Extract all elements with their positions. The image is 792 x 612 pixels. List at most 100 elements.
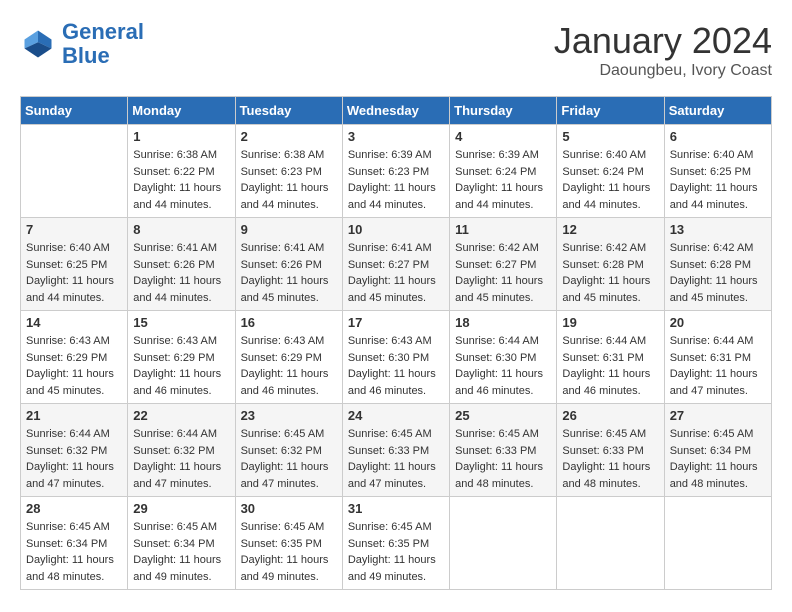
sunset-text: Sunset: 6:23 PM	[241, 164, 337, 181]
sunset-text: Sunset: 6:35 PM	[348, 536, 444, 553]
sunset-text: Sunset: 6:25 PM	[670, 164, 766, 181]
day-info: Sunrise: 6:45 AMSunset: 6:35 PMDaylight:…	[348, 519, 444, 585]
day-info: Sunrise: 6:45 AMSunset: 6:35 PMDaylight:…	[241, 519, 337, 585]
sunset-text: Sunset: 6:34 PM	[26, 536, 122, 553]
sunrise-text: Sunrise: 6:44 AM	[133, 426, 229, 443]
cell-w3-d2: 15Sunrise: 6:43 AMSunset: 6:29 PMDayligh…	[128, 311, 235, 404]
day-info: Sunrise: 6:41 AMSunset: 6:26 PMDaylight:…	[133, 240, 229, 306]
daylight-text: Daylight: 11 hours and 44 minutes.	[348, 180, 444, 213]
sunrise-text: Sunrise: 6:45 AM	[348, 426, 444, 443]
cell-w1-d5: 4Sunrise: 6:39 AMSunset: 6:24 PMDaylight…	[450, 125, 557, 218]
day-info: Sunrise: 6:43 AMSunset: 6:30 PMDaylight:…	[348, 333, 444, 399]
day-info: Sunrise: 6:45 AMSunset: 6:32 PMDaylight:…	[241, 426, 337, 492]
sunrise-text: Sunrise: 6:45 AM	[562, 426, 658, 443]
sunrise-text: Sunrise: 6:44 AM	[455, 333, 551, 350]
cell-w5-d1: 28Sunrise: 6:45 AMSunset: 6:34 PMDayligh…	[21, 497, 128, 590]
daylight-text: Daylight: 11 hours and 44 minutes.	[562, 180, 658, 213]
daylight-text: Daylight: 11 hours and 45 minutes.	[348, 273, 444, 306]
col-friday: Friday	[557, 97, 664, 125]
sunset-text: Sunset: 6:33 PM	[348, 443, 444, 460]
col-sunday: Sunday	[21, 97, 128, 125]
day-number: 27	[670, 408, 766, 423]
cell-w2-d1: 7Sunrise: 6:40 AMSunset: 6:25 PMDaylight…	[21, 218, 128, 311]
sunset-text: Sunset: 6:32 PM	[241, 443, 337, 460]
logo-general: General	[62, 19, 144, 44]
sunset-text: Sunset: 6:24 PM	[455, 164, 551, 181]
day-info: Sunrise: 6:45 AMSunset: 6:33 PMDaylight:…	[348, 426, 444, 492]
day-number: 11	[455, 222, 551, 237]
sunset-text: Sunset: 6:26 PM	[133, 257, 229, 274]
sunrise-text: Sunrise: 6:45 AM	[348, 519, 444, 536]
cell-w3-d5: 18Sunrise: 6:44 AMSunset: 6:30 PMDayligh…	[450, 311, 557, 404]
day-number: 29	[133, 501, 229, 516]
daylight-text: Daylight: 11 hours and 44 minutes.	[133, 180, 229, 213]
day-info: Sunrise: 6:44 AMSunset: 6:32 PMDaylight:…	[26, 426, 122, 492]
day-number: 3	[348, 129, 444, 144]
day-number: 19	[562, 315, 658, 330]
day-info: Sunrise: 6:38 AMSunset: 6:22 PMDaylight:…	[133, 147, 229, 213]
sunrise-text: Sunrise: 6:42 AM	[455, 240, 551, 257]
logo-text: General Blue	[62, 20, 144, 68]
day-info: Sunrise: 6:45 AMSunset: 6:34 PMDaylight:…	[133, 519, 229, 585]
cell-w1-d1	[21, 125, 128, 218]
sunset-text: Sunset: 6:32 PM	[133, 443, 229, 460]
sunrise-text: Sunrise: 6:40 AM	[670, 147, 766, 164]
day-info: Sunrise: 6:42 AMSunset: 6:28 PMDaylight:…	[670, 240, 766, 306]
day-info: Sunrise: 6:40 AMSunset: 6:25 PMDaylight:…	[670, 147, 766, 213]
sunset-text: Sunset: 6:28 PM	[562, 257, 658, 274]
cell-w4-d5: 25Sunrise: 6:45 AMSunset: 6:33 PMDayligh…	[450, 404, 557, 497]
week-row-4: 21Sunrise: 6:44 AMSunset: 6:32 PMDayligh…	[21, 404, 772, 497]
col-saturday: Saturday	[664, 97, 771, 125]
sunrise-text: Sunrise: 6:45 AM	[26, 519, 122, 536]
sunset-text: Sunset: 6:29 PM	[241, 350, 337, 367]
page-header: General Blue January 2024 Daoungbeu, Ivo…	[20, 20, 772, 80]
daylight-text: Daylight: 11 hours and 44 minutes.	[133, 273, 229, 306]
cell-w2-d6: 12Sunrise: 6:42 AMSunset: 6:28 PMDayligh…	[557, 218, 664, 311]
cell-w1-d7: 6Sunrise: 6:40 AMSunset: 6:25 PMDaylight…	[664, 125, 771, 218]
sunrise-text: Sunrise: 6:43 AM	[133, 333, 229, 350]
day-number: 5	[562, 129, 658, 144]
daylight-text: Daylight: 11 hours and 48 minutes.	[670, 459, 766, 492]
day-info: Sunrise: 6:45 AMSunset: 6:33 PMDaylight:…	[562, 426, 658, 492]
sunrise-text: Sunrise: 6:40 AM	[562, 147, 658, 164]
cell-w5-d2: 29 Sunrise: 6:45 AMSunset: 6:34 PMDayligh…	[128, 497, 235, 590]
col-thursday: Thursday	[450, 97, 557, 125]
sunset-text: Sunset: 6:26 PM	[241, 257, 337, 274]
sunset-text: Sunset: 6:31 PM	[670, 350, 766, 367]
day-info: Sunrise: 6:43 AMSunset: 6:29 PMDaylight:…	[133, 333, 229, 399]
day-number: 18	[455, 315, 551, 330]
general-blue-logo-icon	[20, 26, 56, 62]
col-wednesday: Wednesday	[342, 97, 449, 125]
day-info: Sunrise: 6:40 AMSunset: 6:25 PMDaylight:…	[26, 240, 122, 306]
cell-w2-d4: 10Sunrise: 6:41 AMSunset: 6:27 PMDayligh…	[342, 218, 449, 311]
logo: General Blue	[20, 20, 144, 68]
sunrise-text: Sunrise: 6:45 AM	[241, 426, 337, 443]
cell-w3-d3: 16Sunrise: 6:43 AMSunset: 6:29 PMDayligh…	[235, 311, 342, 404]
week-row-2: 7Sunrise: 6:40 AMSunset: 6:25 PMDaylight…	[21, 218, 772, 311]
day-info: Sunrise: 6:43 AMSunset: 6:29 PMDaylight:…	[241, 333, 337, 399]
daylight-text: Daylight: 11 hours and 46 minutes.	[455, 366, 551, 399]
day-info: Sunrise: 6:40 AMSunset: 6:24 PMDaylight:…	[562, 147, 658, 213]
daylight-text: Daylight: 11 hours and 49 minutes.	[133, 552, 229, 585]
daylight-text: Daylight: 11 hours and 46 minutes.	[348, 366, 444, 399]
daylight-text: Daylight: 11 hours and 44 minutes.	[670, 180, 766, 213]
calendar-header-row: Sunday Monday Tuesday Wednesday Thursday…	[21, 97, 772, 125]
daylight-text: Daylight: 11 hours and 49 minutes.	[348, 552, 444, 585]
cell-w4-d4: 24 Sunrise: 6:45 AMSunset: 6:33 PMDayligh…	[342, 404, 449, 497]
daylight-text: Daylight: 11 hours and 49 minutes.	[241, 552, 337, 585]
cell-w4-d6: 26 Sunrise: 6:45 AMSunset: 6:33 PMDayligh…	[557, 404, 664, 497]
sunset-text: Sunset: 6:24 PM	[562, 164, 658, 181]
day-number: 24	[348, 408, 444, 423]
sunrise-text: Sunrise: 6:42 AM	[670, 240, 766, 257]
day-number: 17	[348, 315, 444, 330]
cell-w2-d7: 13Sunrise: 6:42 AMSunset: 6:28 PMDayligh…	[664, 218, 771, 311]
day-info: Sunrise: 6:44 AMSunset: 6:31 PMDaylight:…	[562, 333, 658, 399]
day-info: Sunrise: 6:41 AMSunset: 6:26 PMDaylight:…	[241, 240, 337, 306]
day-number: 2	[241, 129, 337, 144]
sunrise-text: Sunrise: 6:41 AM	[348, 240, 444, 257]
day-number: 25	[455, 408, 551, 423]
day-info: Sunrise: 6:38 AMSunset: 6:23 PMDaylight:…	[241, 147, 337, 213]
day-number: 12	[562, 222, 658, 237]
day-number: 26	[562, 408, 658, 423]
day-info: Sunrise: 6:45 AMSunset: 6:34 PMDaylight:…	[670, 426, 766, 492]
